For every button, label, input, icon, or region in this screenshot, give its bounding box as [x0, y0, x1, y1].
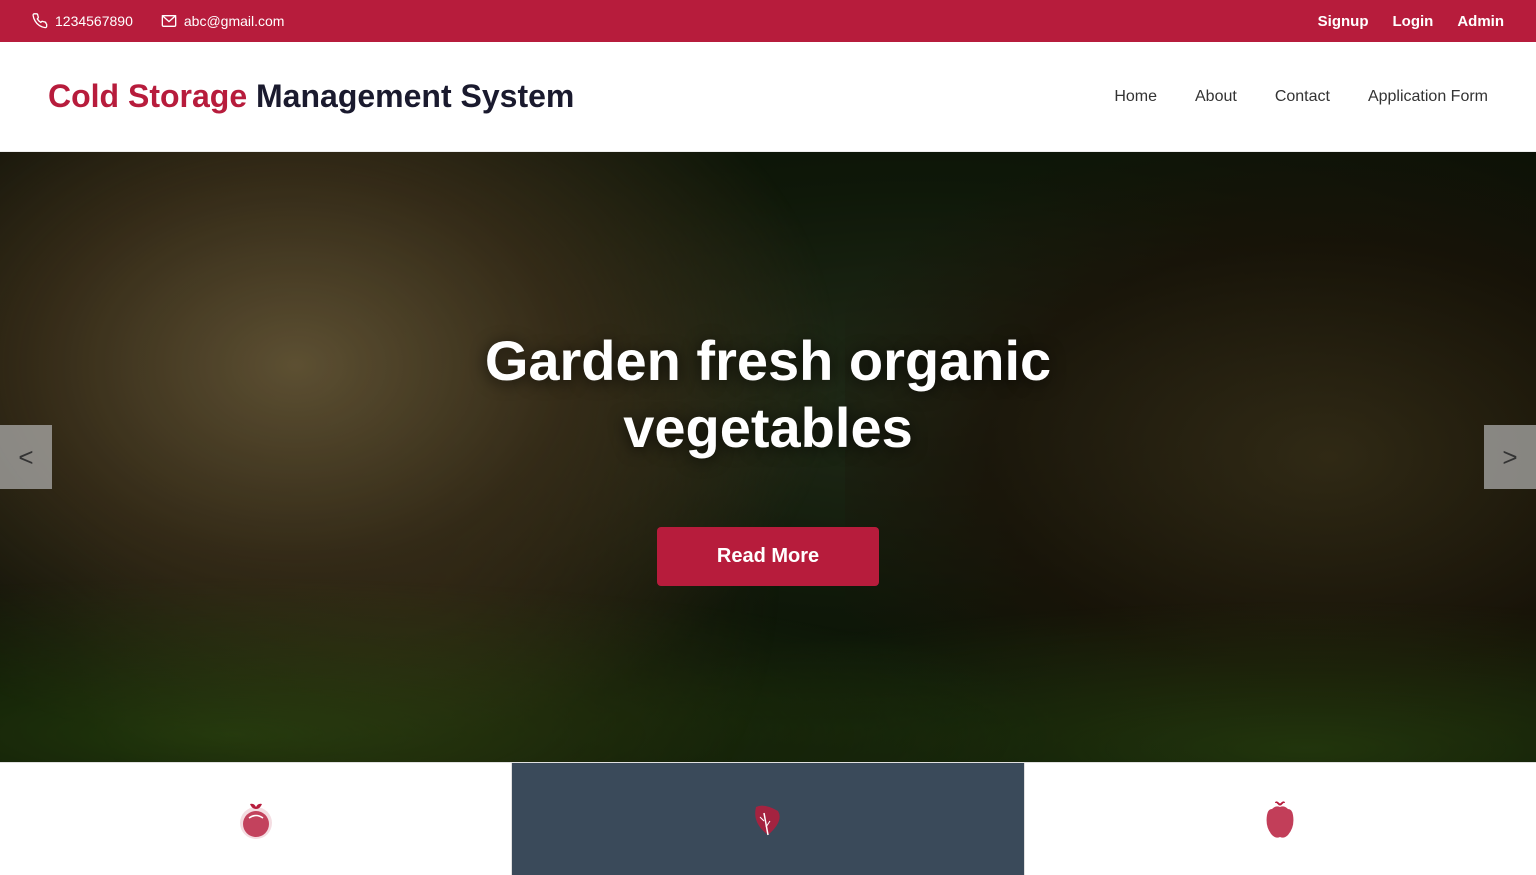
card-item-tomato	[0, 762, 512, 875]
phone-icon	[32, 13, 48, 29]
hero-title-line1: Garden fresh organic	[485, 329, 1051, 392]
nav-links: Home About Contact Application Form	[1114, 88, 1488, 106]
nav-application-form[interactable]: Application Form	[1368, 88, 1488, 106]
email-contact: abc@gmail.com	[161, 13, 285, 29]
login-link[interactable]: Login	[1393, 13, 1434, 30]
slider-next-button[interactable]: >	[1484, 425, 1536, 489]
brand-rest: Management System	[256, 78, 574, 114]
hero-content: Garden fresh organic vegetables Read Mor…	[485, 328, 1051, 585]
read-more-button[interactable]: Read More	[657, 527, 879, 586]
slider-prev-button[interactable]: <	[0, 425, 52, 489]
brand-cold: Cold Storage	[48, 78, 256, 114]
hero-title: Garden fresh organic vegetables	[485, 328, 1051, 460]
navbar: Cold Storage Management System Home Abou…	[0, 42, 1536, 152]
card-item-leaf	[512, 762, 1024, 875]
leaf-icon	[742, 793, 794, 845]
card-item-apple	[1025, 762, 1536, 875]
phone-contact: 1234567890	[32, 13, 133, 29]
hero-title-line2: vegetables	[623, 396, 913, 459]
chevron-left-icon: <	[18, 442, 33, 473]
top-bar: 1234567890 abc@gmail.com Signup Login Ad…	[0, 0, 1536, 42]
card-row	[0, 762, 1536, 875]
chevron-right-icon: >	[1502, 442, 1517, 473]
nav-contact[interactable]: Contact	[1275, 88, 1330, 106]
nav-about[interactable]: About	[1195, 88, 1237, 106]
signup-link[interactable]: Signup	[1318, 13, 1369, 30]
nav-home[interactable]: Home	[1114, 88, 1157, 106]
mail-icon	[161, 13, 177, 29]
top-bar-left: 1234567890 abc@gmail.com	[32, 13, 1318, 29]
hero-slider: < Garden fresh organic vegetables Read M…	[0, 152, 1536, 762]
phone-number: 1234567890	[55, 13, 133, 29]
tomato-icon	[230, 793, 282, 845]
admin-link[interactable]: Admin	[1457, 13, 1504, 30]
brand: Cold Storage Management System	[48, 78, 1114, 115]
top-bar-right: Signup Login Admin	[1318, 13, 1504, 30]
apple-icon	[1254, 793, 1306, 845]
email-address: abc@gmail.com	[184, 13, 285, 29]
